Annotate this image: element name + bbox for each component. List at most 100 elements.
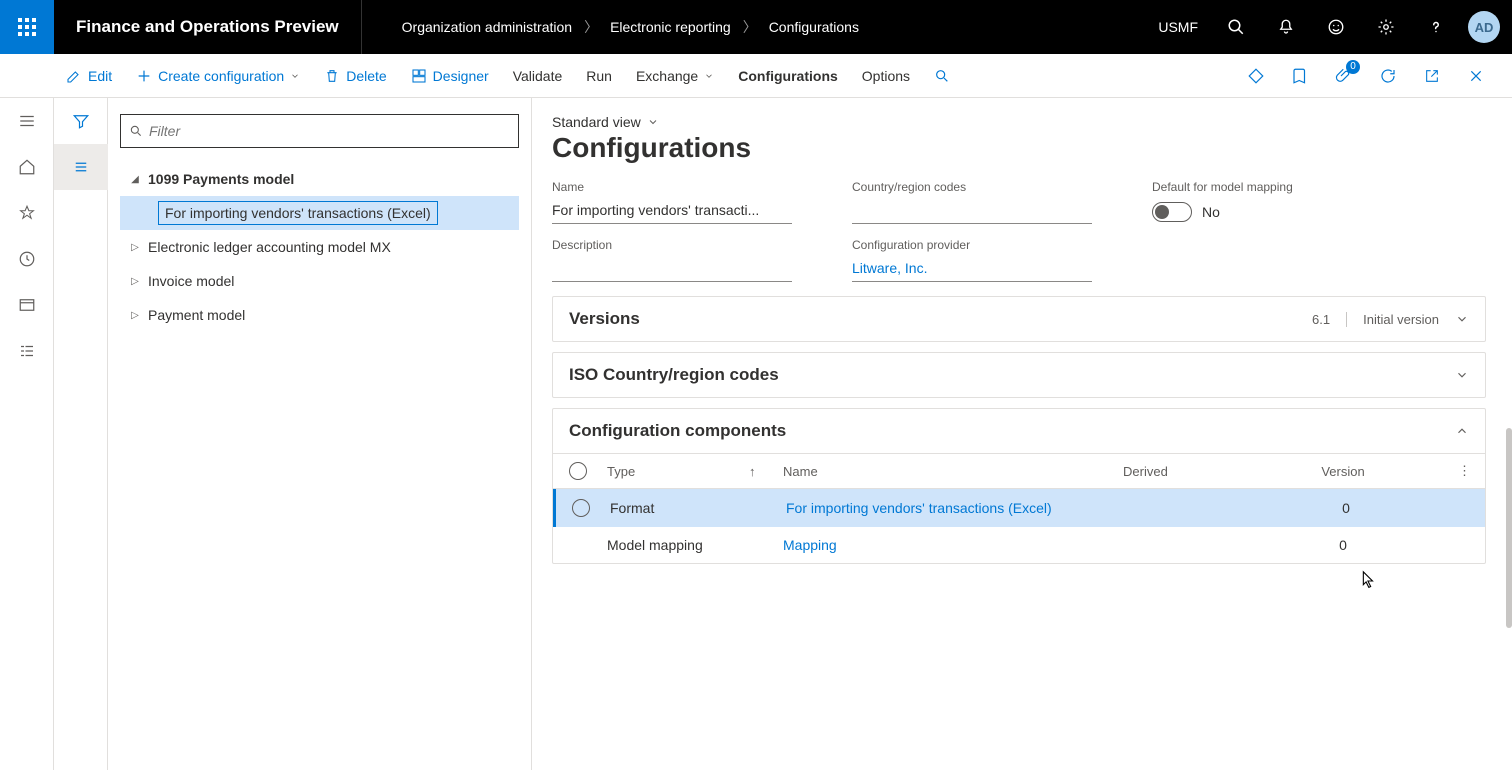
recent-button[interactable]	[0, 236, 54, 282]
edit-button[interactable]: Edit	[54, 54, 124, 97]
settings-button[interactable]	[1362, 0, 1410, 54]
view-selector[interactable]: Standard view	[552, 114, 1486, 130]
search-icon	[934, 68, 950, 84]
exchange-label: Exchange	[636, 68, 698, 84]
search-icon	[1227, 18, 1245, 36]
favorites-button[interactable]	[0, 190, 54, 236]
page-options-button[interactable]	[1280, 54, 1320, 98]
provider-label: Configuration provider	[852, 238, 1092, 252]
select-all-checkbox[interactable]	[569, 462, 587, 480]
workspaces-button[interactable]	[0, 282, 54, 328]
chevron-down-icon	[1455, 312, 1469, 326]
grid-more-button[interactable]: ⋮	[1458, 463, 1485, 479]
breadcrumb-electronic-reporting[interactable]: Electronic reporting	[610, 19, 731, 35]
scrollbar[interactable]	[1506, 428, 1512, 628]
breadcrumb-configurations[interactable]: Configurations	[769, 19, 859, 35]
tree-node-electronic-ledger[interactable]: ▷ Electronic ledger accounting model MX	[120, 230, 519, 264]
config-tree: ◢ 1099 Payments model For importing vend…	[120, 162, 519, 332]
configurations-tab[interactable]: Configurations	[726, 54, 850, 97]
grid-row-model-mapping[interactable]: Model mapping Mapping 0	[553, 527, 1485, 563]
breadcrumb: Organization administration 〉 Electronic…	[362, 17, 859, 37]
modules-button[interactable]	[0, 328, 54, 374]
tree-label: Electronic ledger accounting model MX	[144, 239, 395, 255]
tree-expand-icon[interactable]: ▷	[126, 242, 144, 253]
row-select-checkbox[interactable]	[572, 499, 590, 517]
delete-button[interactable]: Delete	[312, 54, 398, 97]
breadcrumb-organization-administration[interactable]: Organization administration	[402, 19, 572, 35]
default-mapping-field: Default for model mapping No	[1152, 180, 1392, 224]
popout-button[interactable]	[1412, 54, 1452, 98]
create-configuration-button[interactable]: Create configuration	[124, 54, 312, 97]
col-name-header[interactable]: Name	[783, 464, 1123, 479]
chevron-down-icon	[647, 116, 659, 128]
chevron-right-icon: 〉	[584, 17, 598, 37]
components-grid: Type ↑ Name Derived Version ⋮ Format For…	[553, 453, 1485, 563]
col-type-header[interactable]: Type	[603, 464, 783, 479]
list-icon	[72, 158, 90, 176]
default-toggle[interactable]: No	[1152, 202, 1392, 222]
designer-button[interactable]: Designer	[399, 54, 501, 97]
country-value[interactable]	[852, 198, 1092, 224]
provider-value[interactable]: Litware, Inc.	[852, 256, 1092, 282]
close-icon	[1468, 68, 1484, 84]
details-panel: Standard view Configurations Name For im…	[532, 98, 1512, 770]
question-icon	[1427, 18, 1445, 36]
country-label: Country/region codes	[852, 180, 1092, 194]
versions-header[interactable]: Versions 6.1 Initial version	[553, 297, 1485, 341]
chevron-right-icon: 〉	[743, 17, 757, 37]
description-value[interactable]	[552, 256, 792, 282]
filter-tab[interactable]	[54, 98, 108, 144]
book-icon	[1291, 67, 1309, 85]
description-label: Description	[552, 238, 792, 252]
run-button[interactable]: Run	[574, 54, 624, 97]
refresh-button[interactable]	[1368, 54, 1408, 98]
run-label: Run	[586, 68, 612, 84]
iso-title: ISO Country/region codes	[569, 365, 779, 385]
row-name[interactable]: Mapping	[783, 537, 1123, 553]
iso-header[interactable]: ISO Country/region codes	[553, 353, 1485, 397]
notifications-button[interactable]	[1262, 0, 1310, 54]
name-value[interactable]: For importing vendors' transacti...	[552, 198, 792, 224]
list-tab[interactable]	[54, 144, 108, 190]
row-name[interactable]: For importing vendors' transactions (Exc…	[786, 500, 1126, 516]
filter-input[interactable]	[149, 123, 510, 139]
tree-expand-icon[interactable]: ▷	[126, 276, 144, 287]
components-header[interactable]: Configuration components	[553, 409, 1485, 453]
tree-expand-icon[interactable]: ▷	[126, 310, 144, 321]
feedback-button[interactable]	[1312, 0, 1360, 54]
options-button[interactable]: Options	[850, 54, 922, 97]
configurations-label: Configurations	[738, 68, 838, 84]
validate-button[interactable]: Validate	[501, 54, 575, 97]
page-title: Configurations	[552, 132, 1486, 164]
exchange-button[interactable]: Exchange	[624, 54, 726, 97]
app-launcher-button[interactable]	[0, 0, 54, 54]
user-avatar[interactable]: AD	[1468, 11, 1500, 43]
tree-collapse-icon[interactable]: ◢	[126, 174, 144, 185]
version-status: Initial version	[1363, 312, 1439, 327]
related-info-button[interactable]	[1236, 54, 1276, 98]
action-search-button[interactable]	[922, 54, 962, 97]
action-bar: Edit Create configuration Delete Designe…	[0, 54, 1512, 98]
col-derived-header[interactable]: Derived	[1123, 464, 1293, 479]
smiley-icon	[1327, 18, 1345, 36]
funnel-icon	[72, 112, 90, 130]
search-button[interactable]	[1212, 0, 1260, 54]
country-field: Country/region codes	[852, 180, 1092, 224]
trash-icon	[324, 68, 340, 84]
hamburger-button[interactable]	[0, 98, 54, 144]
diamond-icon	[1247, 67, 1265, 85]
col-version-header[interactable]: Version	[1293, 464, 1393, 479]
grid-row-format[interactable]: Format For importing vendors' transactio…	[553, 489, 1485, 527]
home-button[interactable]	[0, 144, 54, 190]
filter-box[interactable]	[120, 114, 519, 148]
tree-node-invoice-model[interactable]: ▷ Invoice model	[120, 264, 519, 298]
company-picker[interactable]: USMF	[1146, 19, 1210, 35]
default-label: Default for model mapping	[1152, 180, 1392, 194]
left-rail	[0, 98, 54, 770]
help-button[interactable]	[1412, 0, 1460, 54]
close-button[interactable]	[1456, 54, 1496, 98]
tree-node-1099-payments[interactable]: ◢ 1099 Payments model	[120, 162, 519, 196]
tree-node-payment-model[interactable]: ▷ Payment model	[120, 298, 519, 332]
tree-node-for-importing[interactable]: For importing vendors' transactions (Exc…	[120, 196, 519, 230]
attachments-button[interactable]: 0	[1324, 54, 1364, 98]
